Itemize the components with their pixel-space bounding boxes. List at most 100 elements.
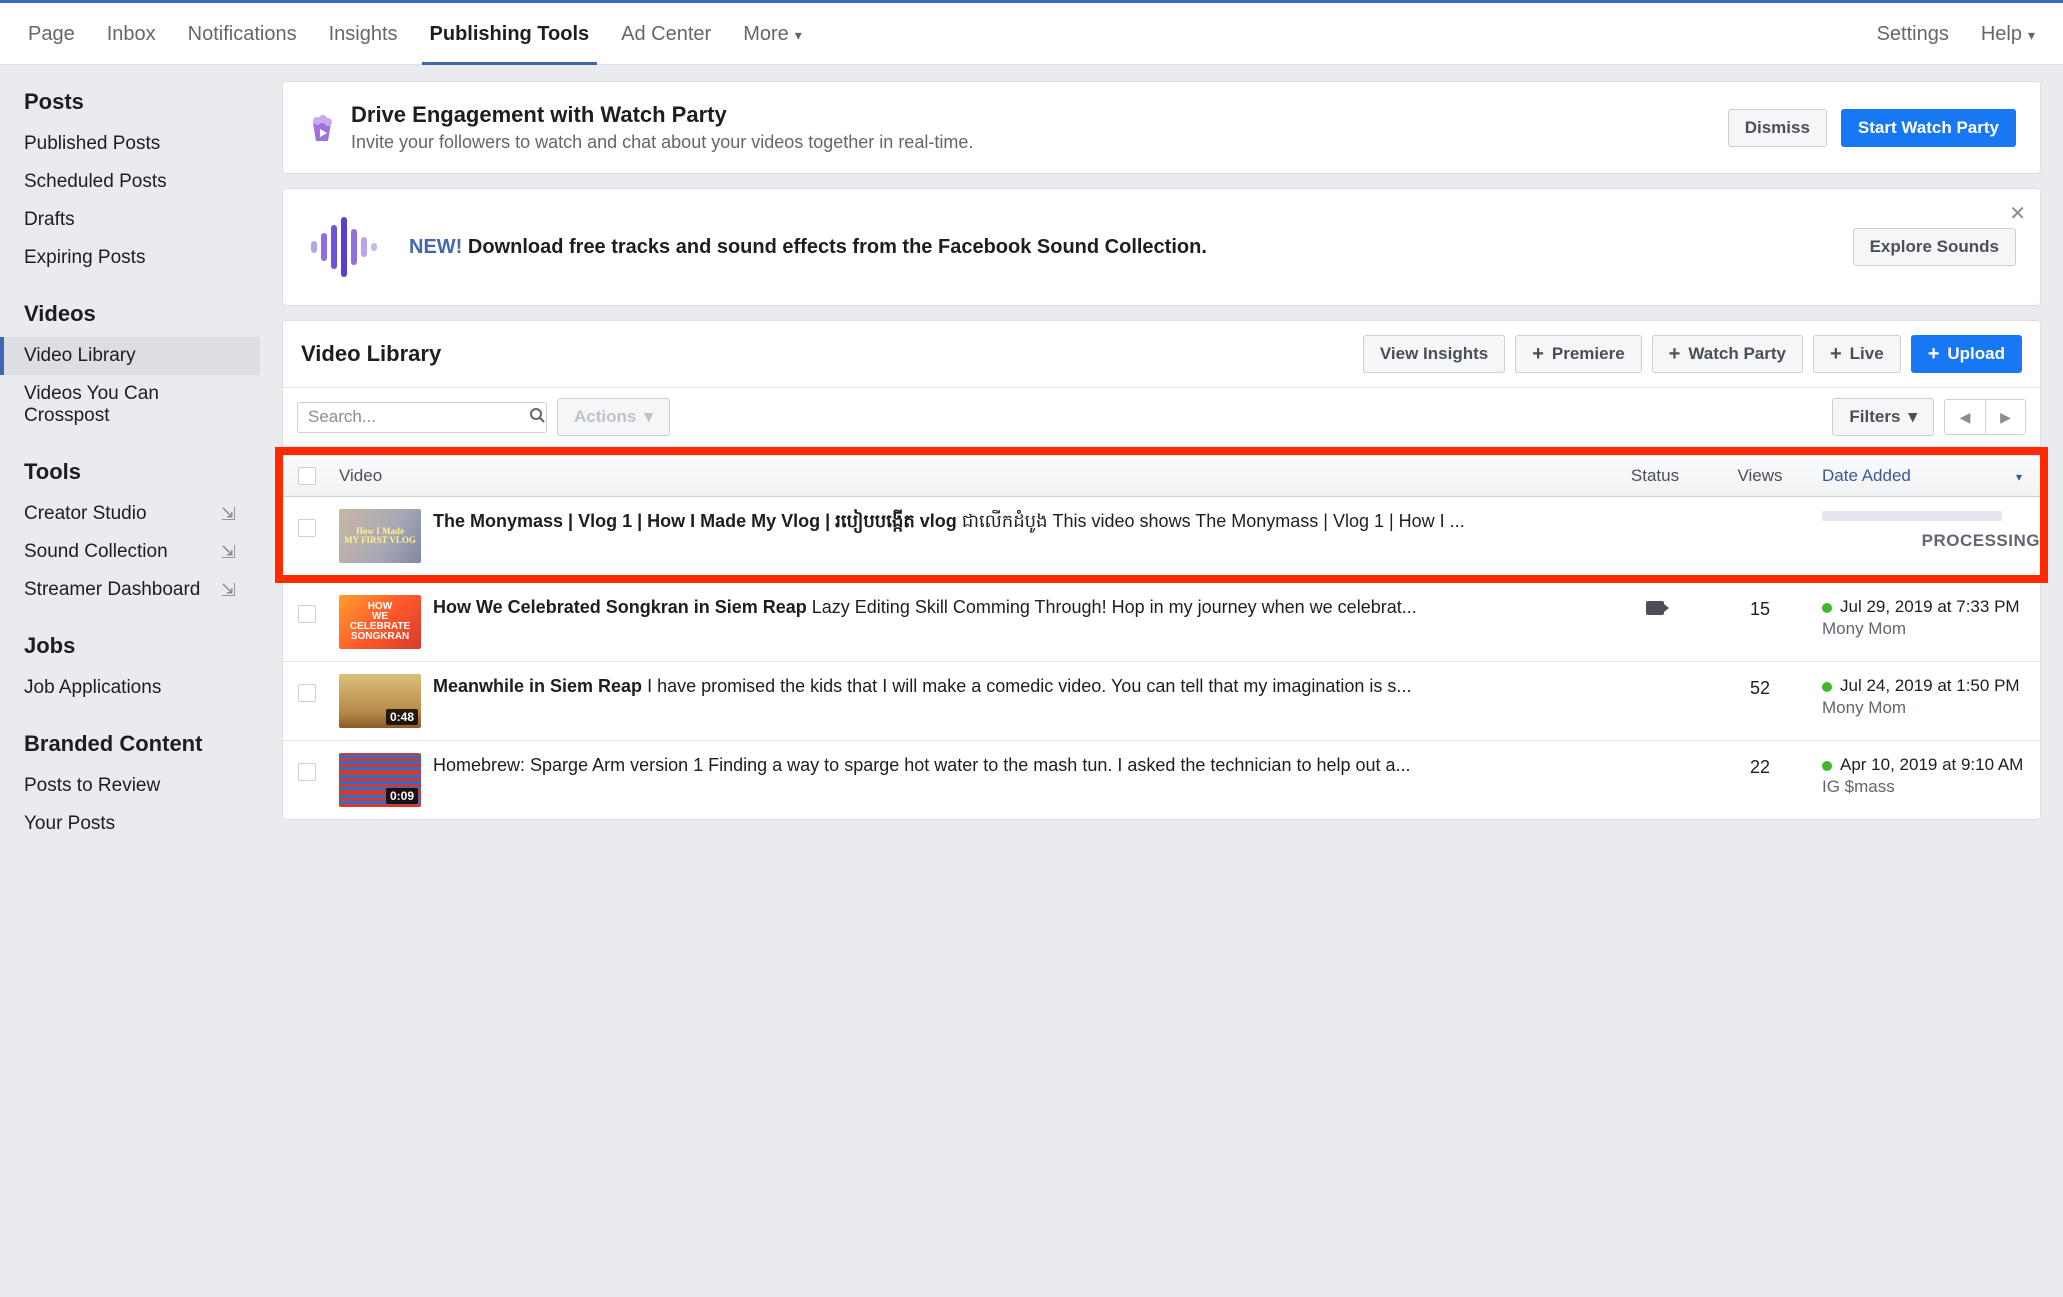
sidebar-item-posts-to-review[interactable]: Posts to Review: [0, 767, 260, 805]
popcorn-icon: [307, 113, 337, 143]
date-cell: Jul 29, 2019 at 7:33 PM Mony Mom: [1810, 595, 2040, 649]
row-checkbox[interactable]: [298, 605, 316, 623]
tab-inbox[interactable]: Inbox: [91, 3, 172, 64]
pager: ◀ ▶: [1944, 399, 2026, 435]
sidebar-section-jobs: Jobs: [0, 627, 260, 669]
date-cell: PROCESSING: [1810, 509, 2040, 561]
watch-party-button[interactable]: +Watch Party: [1652, 335, 1803, 373]
sidebar-item-drafts[interactable]: Drafts: [0, 201, 260, 239]
video-title[interactable]: How We Celebrated Songkran in Siem Reap …: [433, 595, 1417, 649]
tab-insights[interactable]: Insights: [313, 3, 414, 64]
duration-badge: 0:48: [386, 709, 418, 725]
row-checkbox[interactable]: [298, 519, 316, 537]
table-row: 0:09 Homebrew: Sparge Arm version 1 Find…: [283, 741, 2040, 819]
tab-help[interactable]: Help▾: [1965, 3, 2051, 64]
search-icon: [529, 407, 545, 428]
watch-party-banner: Drive Engagement with Watch Party Invite…: [282, 81, 2041, 174]
tab-page[interactable]: Page: [12, 3, 91, 64]
row-checkbox[interactable]: [298, 763, 316, 781]
column-date-added[interactable]: Date Added ▾: [1810, 456, 2040, 496]
video-library-panel: Video Library View Insights +Premiere +W…: [282, 320, 2041, 820]
sidebar-item-streamer-dashboard[interactable]: Streamer Dashboard ⇲: [0, 571, 260, 609]
chevron-down-icon: ▾: [2028, 27, 2035, 43]
sort-caret-icon: ▾: [2016, 470, 2022, 484]
tab-settings[interactable]: Settings: [1861, 3, 1965, 64]
prev-page-button[interactable]: ◀: [1945, 400, 1985, 434]
date-cell: Jul 24, 2019 at 1:50 PM Mony Mom: [1810, 674, 2040, 728]
sound-collection-banner: NEW! Download free tracks and sound effe…: [282, 188, 2041, 306]
table-row: How I MadeMY FIRST VLOG The Monymass | V…: [283, 497, 2040, 575]
live-button[interactable]: +Live: [1813, 335, 1901, 373]
tab-more[interactable]: More▾: [727, 3, 818, 64]
start-watch-party-button[interactable]: Start Watch Party: [1841, 109, 2016, 147]
next-page-button[interactable]: ▶: [1985, 400, 2025, 434]
table-row: HOWWECELEBRATESONGKRAN How We Celebrated…: [283, 583, 2040, 662]
video-thumbnail[interactable]: How I MadeMY FIRST VLOG: [339, 509, 421, 563]
chevron-down-icon: ▾: [795, 27, 802, 43]
views-value: [1710, 509, 1810, 523]
sidebar: Posts Published Posts Scheduled Posts Dr…: [0, 65, 260, 874]
view-insights-button[interactable]: View Insights: [1363, 335, 1505, 373]
video-title[interactable]: The Monymass | Vlog 1 | How I Made My Vl…: [433, 509, 1465, 563]
sound-waves-icon: [307, 211, 379, 283]
watch-party-subtitle: Invite your followers to watch and chat …: [351, 132, 1714, 153]
video-thumbnail[interactable]: 0:48: [339, 674, 421, 728]
dismiss-button[interactable]: Dismiss: [1728, 109, 1827, 147]
sidebar-item-job-applications[interactable]: Job Applications: [0, 669, 260, 707]
progress-bar: [1822, 511, 2002, 521]
sidebar-item-label: Creator Studio: [24, 503, 147, 525]
sidebar-item-your-posts[interactable]: Your Posts: [0, 805, 260, 843]
date-cell: Apr 10, 2019 at 9:10 AM IG $mass: [1810, 753, 2040, 807]
duration-badge: 0:09: [386, 788, 418, 804]
sidebar-section-tools: Tools: [0, 453, 260, 495]
sidebar-item-expiring-posts[interactable]: Expiring Posts: [0, 239, 260, 277]
video-thumbnail[interactable]: HOWWECELEBRATESONGKRAN: [339, 595, 421, 649]
table-header: Video Status Views Date Added ▾: [283, 455, 2040, 497]
sound-banner-text: NEW! Download free tracks and sound effe…: [409, 236, 1823, 259]
premiere-button[interactable]: +Premiere: [1515, 335, 1641, 373]
tab-publishing-tools[interactable]: Publishing Tools: [414, 3, 606, 64]
table-row: 0:48 Meanwhile in Siem Reap I have promi…: [283, 662, 2040, 741]
actions-dropdown[interactable]: Actions ▾: [557, 398, 670, 436]
author-label: Mony Mom: [1822, 619, 2040, 639]
sidebar-section-videos: Videos: [0, 295, 260, 337]
close-icon[interactable]: ✕: [2009, 201, 2026, 226]
status-dot-icon: [1822, 682, 1832, 692]
sidebar-item-sound-collection[interactable]: Sound Collection ⇲: [0, 533, 260, 571]
panel-title: Video Library: [301, 341, 1353, 367]
row-checkbox[interactable]: [298, 684, 316, 702]
sidebar-section-posts: Posts: [0, 83, 260, 125]
sidebar-item-crosspost-videos[interactable]: Videos You Can Crosspost: [0, 375, 260, 435]
tab-notifications[interactable]: Notifications: [172, 3, 313, 64]
search-input[interactable]: [308, 407, 529, 427]
select-all-checkbox[interactable]: [298, 467, 316, 485]
sidebar-item-label: Sound Collection: [24, 541, 168, 563]
external-link-icon: ⇲: [221, 542, 236, 563]
processing-label: PROCESSING: [1822, 531, 2040, 551]
status-dot-icon: [1822, 603, 1832, 613]
video-thumbnail[interactable]: 0:09: [339, 753, 421, 807]
sidebar-item-creator-studio[interactable]: Creator Studio ⇲: [0, 495, 260, 533]
sidebar-item-video-library[interactable]: Video Library: [0, 337, 260, 375]
sidebar-section-branded: Branded Content: [0, 725, 260, 767]
chevron-down-icon: ▾: [644, 407, 653, 427]
filters-dropdown[interactable]: Filters ▾: [1832, 398, 1934, 436]
status-dot-icon: [1822, 761, 1832, 771]
video-title[interactable]: Meanwhile in Siem Reap I have promised t…: [433, 674, 1411, 728]
author-label: Mony Mom: [1822, 698, 2040, 718]
top-tabs: Page Inbox Notifications Insights Publis…: [0, 3, 2063, 65]
external-link-icon: ⇲: [221, 504, 236, 525]
sidebar-item-published-posts[interactable]: Published Posts: [0, 125, 260, 163]
watch-party-title: Drive Engagement with Watch Party: [351, 102, 1714, 128]
column-video: Video: [331, 456, 1600, 496]
views-value: 15: [1710, 595, 1810, 630]
sidebar-item-scheduled-posts[interactable]: Scheduled Posts: [0, 163, 260, 201]
video-title[interactable]: Homebrew: Sparge Arm version 1 Finding a…: [433, 753, 1411, 807]
tab-ad-center[interactable]: Ad Center: [605, 3, 727, 64]
external-link-icon: ⇲: [221, 580, 236, 601]
column-views: Views: [1710, 456, 1810, 496]
column-status: Status: [1600, 456, 1710, 496]
upload-button[interactable]: +Upload: [1911, 335, 2022, 373]
author-label: IG $mass: [1822, 777, 2040, 797]
explore-sounds-button[interactable]: Explore Sounds: [1853, 228, 2016, 266]
